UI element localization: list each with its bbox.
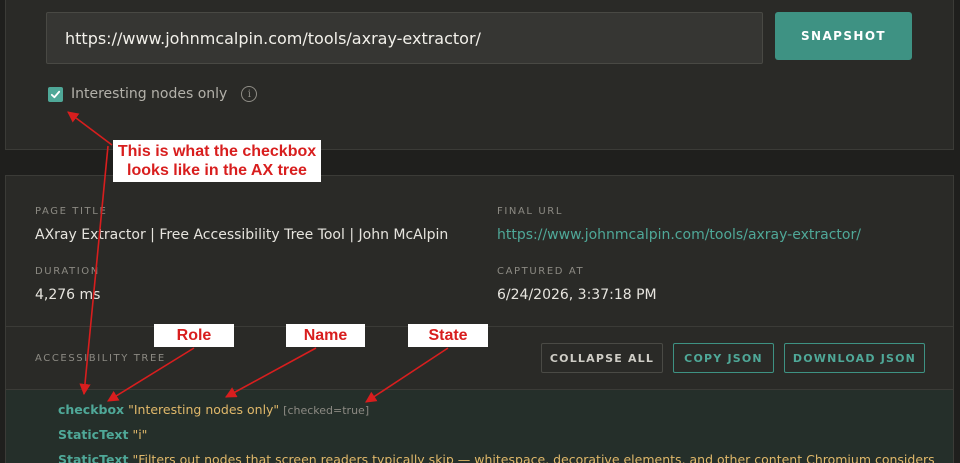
state-callout: State <box>408 324 488 347</box>
captured-at-value: 6/24/2026, 3:37:18 PM <box>497 287 657 303</box>
node-role: StaticText <box>58 427 129 442</box>
info-icon[interactable]: i <box>241 86 258 102</box>
final-url-label: FINAL URL <box>497 206 564 217</box>
tree-node[interactable]: StaticText "i" <box>58 427 147 442</box>
snapshot-button[interactable]: SNAPSHOT <box>775 12 912 60</box>
tree-node[interactable]: checkbox "Interesting nodes only" [check… <box>58 402 369 417</box>
duration-value: 4,276 ms <box>35 287 101 303</box>
node-state: [checked=true] <box>283 404 370 417</box>
accessibility-tree-panel: checkbox "Interesting nodes only" [check… <box>6 389 953 463</box>
checkbox-note-line1: This is what the checkbox <box>117 143 317 160</box>
collapse-all-button[interactable]: COLLAPSE ALL <box>541 343 663 373</box>
checkmark-icon <box>50 90 61 98</box>
tree-node[interactable]: StaticText "Filters out nodes that scree… <box>58 452 935 463</box>
interesting-nodes-label[interactable]: Interesting nodes only <box>71 86 227 102</box>
node-name: "i" <box>132 427 148 442</box>
interesting-nodes-row: Interesting nodes only i <box>48 86 258 102</box>
captured-at-label: CAPTURED AT <box>497 266 585 277</box>
copy-json-button[interactable]: COPY JSON <box>673 343 774 373</box>
duration-label: DURATION <box>35 266 100 277</box>
accessibility-tree-heading: ACCESSIBILITY TREE <box>35 353 166 364</box>
url-input[interactable] <box>46 12 763 64</box>
download-json-button[interactable]: DOWNLOAD JSON <box>784 343 925 373</box>
page-title-value: AXray Extractor | Free Accessibility Tre… <box>35 227 449 243</box>
role-callout: Role <box>154 324 234 347</box>
interesting-nodes-checkbox[interactable] <box>48 86 63 102</box>
node-name: "Filters out nodes that screen readers t… <box>132 452 935 463</box>
final-url-link[interactable]: https://www.johnmcalpin.com/tools/axray-… <box>497 227 861 243</box>
checkbox-note-line2: looks like in the AX tree <box>127 162 307 179</box>
results-card: PAGE TITLE AXray Extractor | Free Access… <box>5 175 954 463</box>
node-name: "Interesting nodes only" <box>128 402 280 417</box>
page-title-label: PAGE TITLE <box>35 206 108 217</box>
checkbox-note-callout: This is what the checkbox looks like in … <box>113 140 321 182</box>
node-role: checkbox <box>58 402 125 417</box>
node-role: StaticText <box>58 452 129 463</box>
name-callout: Name <box>286 324 365 347</box>
